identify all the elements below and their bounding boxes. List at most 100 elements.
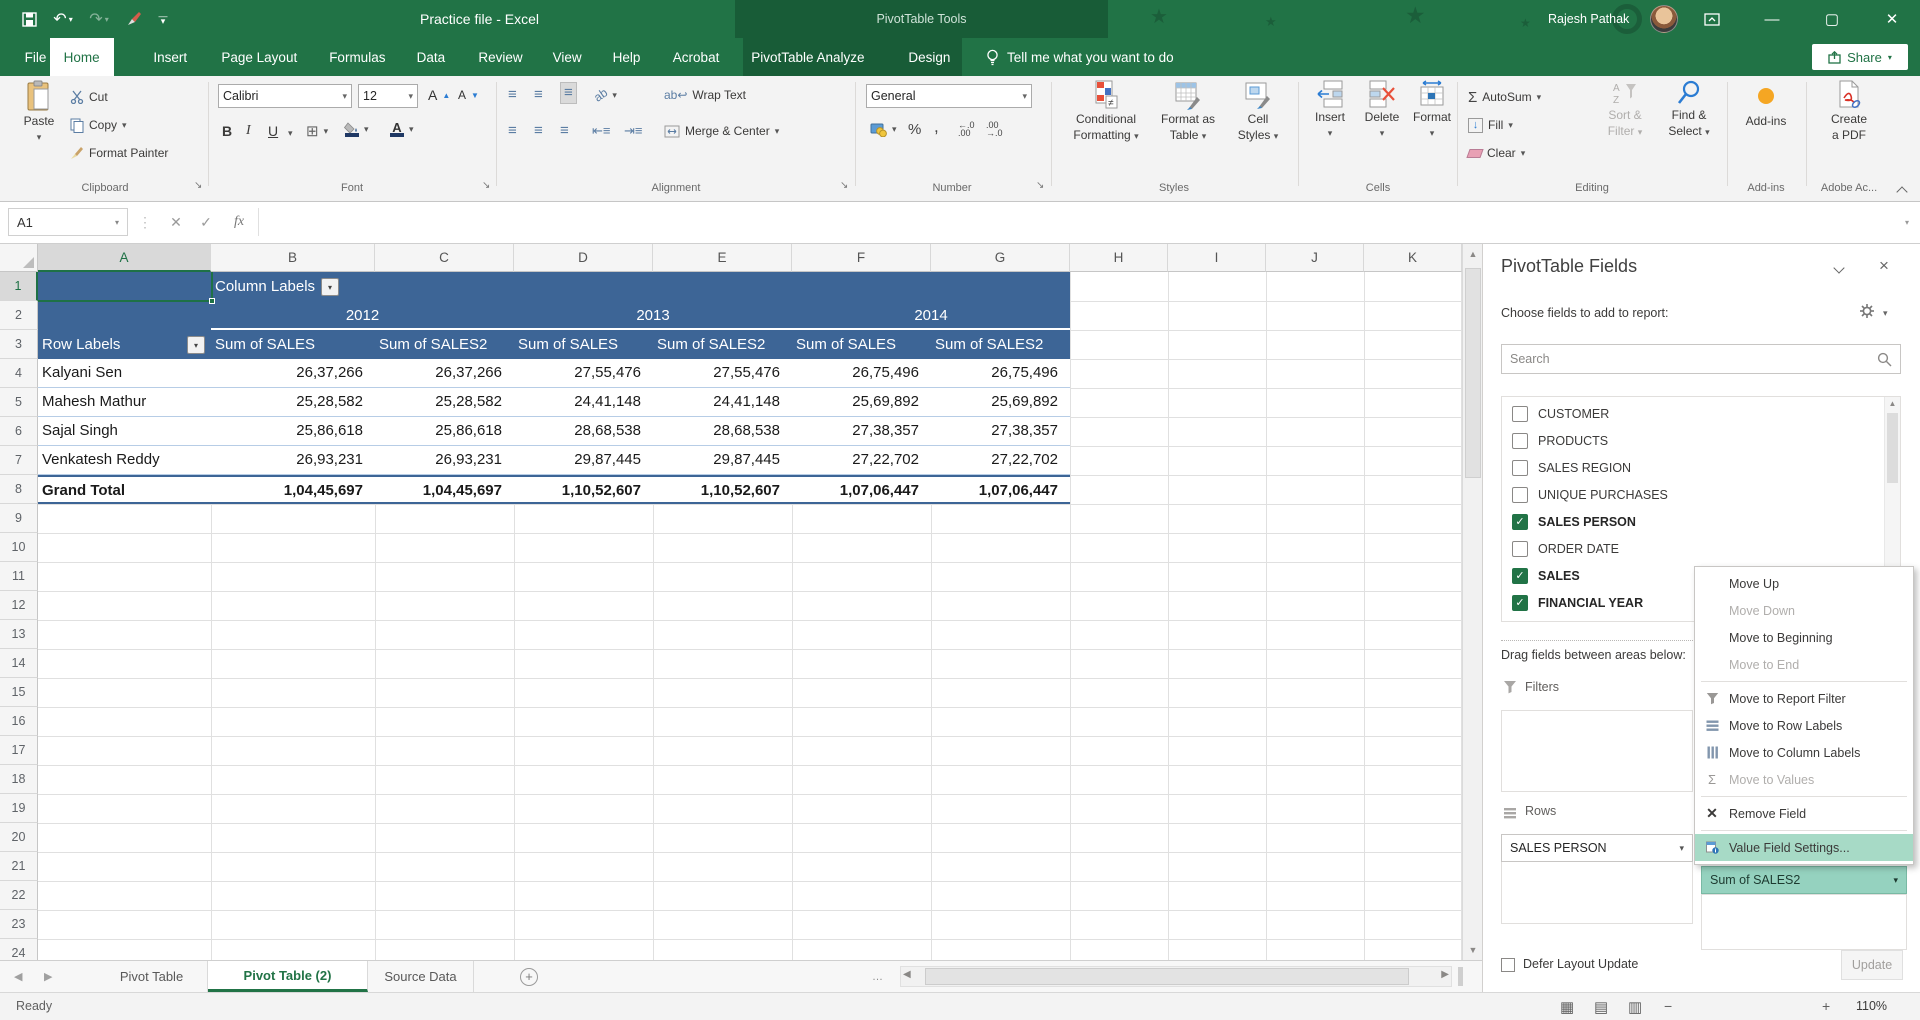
vertical-scroll-thumb[interactable] <box>1465 268 1481 478</box>
menu-item-value-field-settings[interactable]: Value Field Settings... <box>1695 834 1913 861</box>
formula-input[interactable] <box>258 208 1894 236</box>
decrease-indent-button[interactable]: ⇤≡ <box>592 120 610 142</box>
column-labels-filter-dropdown[interactable]: ▾ <box>321 278 339 296</box>
minimize-button[interactable]: — <box>1752 0 1792 38</box>
pivot-year-header[interactable]: 2013 <box>514 301 792 330</box>
tab-review[interactable]: Review <box>464 38 536 76</box>
sheet-tab-pivot-table-2-[interactable]: Pivot Table (2) <box>208 961 368 992</box>
underline-button[interactable]: U <box>268 120 278 142</box>
scroll-down-button[interactable]: ▼ <box>1463 940 1482 960</box>
column-header-B[interactable]: B <box>211 244 375 272</box>
add-ins-button[interactable]: Add-ins <box>1736 80 1796 128</box>
save-icon[interactable] <box>16 0 42 38</box>
pivot-value-cell[interactable]: 1,10,52,607 <box>514 477 641 505</box>
values-field-dropdown[interactable]: ▾ <box>1893 875 1898 886</box>
horizontal-scroll-thumb[interactable] <box>925 968 1409 985</box>
pivot-value-cell[interactable]: 28,68,538 <box>653 417 780 445</box>
pivot-value-header[interactable]: Sum of SALES2 <box>935 330 1043 359</box>
pivot-value-header[interactable]: Sum of SALES <box>215 330 315 359</box>
row-header-19[interactable]: 19 <box>0 794 38 823</box>
field-checkbox[interactable]: ✓ <box>1512 568 1528 584</box>
field-item-products[interactable]: PRODUCTS <box>1502 428 1900 455</box>
vertical-scrollbar[interactable]: ▲ ▼ <box>1462 244 1482 960</box>
menu-item-move-to-beginning[interactable]: Move to Beginning <box>1695 624 1913 651</box>
middle-align-button[interactable]: ≡ <box>534 84 543 106</box>
row-header-22[interactable]: 22 <box>0 881 38 910</box>
pane-close-icon[interactable]: × <box>1879 256 1889 276</box>
increase-decimal-button[interactable]: ←.0.00 <box>958 118 975 140</box>
field-checkbox[interactable] <box>1512 406 1528 422</box>
find-select-button[interactable]: Find & Select ▾ <box>1658 80 1720 139</box>
accounting-format-button[interactable]: ▾ <box>870 118 897 140</box>
insert-function-button[interactable]: fx <box>224 208 254 236</box>
menu-item-move-to-end[interactable]: Move to End <box>1695 651 1913 678</box>
pivot-value-cell[interactable]: 25,69,892 <box>931 388 1058 416</box>
cancel-formula-button[interactable]: ✕ <box>162 208 190 236</box>
row-header-24[interactable]: 24 <box>0 939 38 960</box>
pivot-value-cell[interactable]: 26,37,266 <box>375 359 502 387</box>
row-header-15[interactable]: 15 <box>0 678 38 707</box>
field-checkbox[interactable] <box>1512 487 1528 503</box>
tab-help[interactable]: Help <box>599 38 655 76</box>
pivot-value-cell[interactable]: 28,68,538 <box>514 417 641 445</box>
pivot-value-cell[interactable]: 26,37,266 <box>211 359 363 387</box>
row-header-2[interactable]: 2 <box>0 301 38 330</box>
pivot-row-name[interactable]: Venkatesh Reddy <box>42 446 160 474</box>
tab-insert[interactable]: Insert <box>139 38 201 76</box>
row-header-10[interactable]: 10 <box>0 533 38 562</box>
format-painter-button[interactable]: Format Painter <box>70 142 168 164</box>
tab-home[interactable]: Home <box>49 38 114 76</box>
row-header-6[interactable]: 6 <box>0 417 38 446</box>
name-box-dropdown[interactable]: ▾ <box>115 218 119 227</box>
sheet-nav-left[interactable]: ◀ <box>14 961 22 992</box>
pivot-row-name[interactable]: Kalyani Sen <box>42 359 122 387</box>
orientation-button[interactable]: ab ▾ <box>591 84 617 106</box>
insert-cells-button[interactable]: Insert ▾ <box>1306 80 1354 140</box>
delete-cells-button[interactable]: Delete ▾ <box>1358 80 1406 140</box>
row-header-1[interactable]: 1 <box>0 272 38 301</box>
close-button[interactable]: ✕ <box>1872 0 1912 38</box>
undo-button[interactable]: ↶ ▾ <box>48 0 78 38</box>
field-item-customer[interactable]: CUSTOMER <box>1502 401 1900 428</box>
pivot-value-cell[interactable]: 27,55,476 <box>514 359 641 387</box>
row-header-17[interactable]: 17 <box>0 736 38 765</box>
share-button[interactable]: Share ▾ <box>1812 44 1908 70</box>
underline-dropdown[interactable]: ▾ <box>288 128 293 139</box>
scroll-left-button[interactable]: ◀ <box>903 969 911 980</box>
collapse-ribbon-button[interactable] <box>1896 186 1908 198</box>
column-header-I[interactable]: I <box>1168 244 1266 272</box>
pivot-row-name[interactable]: Sajal Singh <box>42 417 118 445</box>
select-all-corner[interactable] <box>0 244 38 272</box>
format-as-table-button[interactable]: Format as Table ▾ <box>1152 80 1224 143</box>
pivot-value-cell[interactable]: 24,41,148 <box>653 388 780 416</box>
row-header-12[interactable]: 12 <box>0 591 38 620</box>
gear-dropdown[interactable]: ▾ <box>1883 308 1888 319</box>
zoom-in-button[interactable]: + <box>1822 998 1830 1014</box>
pivot-value-cell[interactable]: 1,04,45,697 <box>211 477 363 505</box>
clear-button[interactable]: Clear ▾ <box>1466 142 1525 164</box>
bottom-align-button[interactable]: ≡ <box>560 82 577 104</box>
pivot-value-cell[interactable]: 26,75,496 <box>792 359 919 387</box>
horizontal-scrollbar[interactable]: ◀ ▶ <box>900 966 1452 987</box>
filters-area-box[interactable] <box>1501 710 1693 792</box>
tab-acrobat[interactable]: Acrobat <box>659 38 734 76</box>
tell-me-box[interactable]: Tell me what you want to do <box>986 38 1174 76</box>
fill-color-button[interactable]: ▾ <box>344 118 369 140</box>
column-header-J[interactable]: J <box>1266 244 1364 272</box>
field-checkbox[interactable]: ✓ <box>1512 514 1528 530</box>
comma-style-button[interactable]: , <box>934 116 939 138</box>
decrease-decimal-button[interactable]: .00 →.0 <box>986 118 1003 140</box>
pivot-value-cell[interactable]: 27,55,476 <box>653 359 780 387</box>
search-box[interactable] <box>1501 344 1901 374</box>
field-item-order-date[interactable]: ORDER DATE <box>1502 536 1900 563</box>
brush-icon[interactable] <box>122 0 146 38</box>
field-item-sales-region[interactable]: SALES REGION <box>1502 455 1900 482</box>
pivot-value-cell[interactable]: 25,28,582 <box>375 388 502 416</box>
row-header-13[interactable]: 13 <box>0 620 38 649</box>
pivot-value-cell[interactable]: 29,87,445 <box>514 446 641 474</box>
wrap-text-button[interactable]: ab↩ Wrap Text <box>664 84 746 106</box>
row-header-18[interactable]: 18 <box>0 765 38 794</box>
pivot-value-cell[interactable]: 24,41,148 <box>514 388 641 416</box>
tab-splitter-handle[interactable] <box>1458 967 1463 986</box>
tab-data[interactable]: Data <box>403 38 460 76</box>
